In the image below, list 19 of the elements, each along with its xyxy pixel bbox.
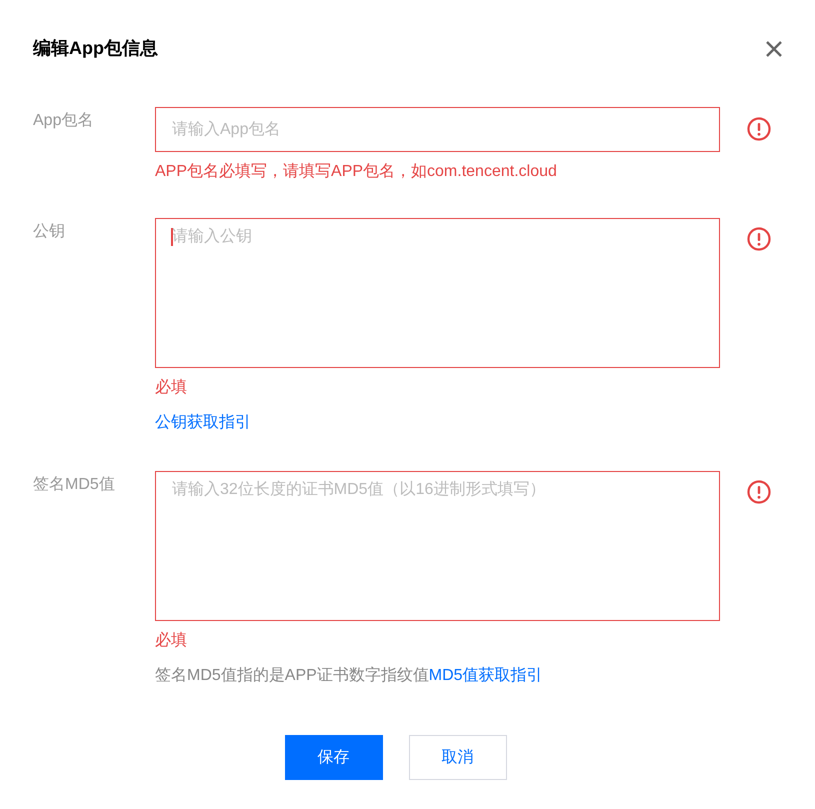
text-area[interactable]: 请输入公钥 [155, 218, 720, 368]
error-message: 必填 [155, 379, 187, 396]
error-message: 必填 [155, 632, 187, 649]
close-icon[interactable] [764, 39, 784, 59]
field-label: App包名 [33, 112, 94, 129]
error-message: APP包名必填写，请填写APP包名，如com.tencent.cloud [155, 163, 557, 180]
text-area[interactable]: 请输入32位长度的证书MD5值（以16进制形式填写） [155, 471, 720, 621]
input-field[interactable]: 请输入App包名 [155, 107, 720, 152]
hint-text: 签名MD5值指的是APP证书数字指纹值MD5值获取指引 [155, 667, 543, 684]
field-label: 公钥 [33, 223, 65, 240]
warning-icon [747, 227, 771, 251]
guide-link[interactable]: 公钥获取指引 [155, 414, 251, 431]
cancel-button[interactable]: 取消 [408, 735, 506, 780]
warning-icon [747, 117, 771, 141]
guide-link[interactable]: MD5值获取指引 [428, 667, 543, 684]
dialog-title: 编辑App包信息 [33, 37, 158, 60]
save-button[interactable]: 保存 [284, 735, 382, 780]
warning-icon [747, 480, 771, 504]
field-label: 签名MD5值 [33, 476, 115, 493]
